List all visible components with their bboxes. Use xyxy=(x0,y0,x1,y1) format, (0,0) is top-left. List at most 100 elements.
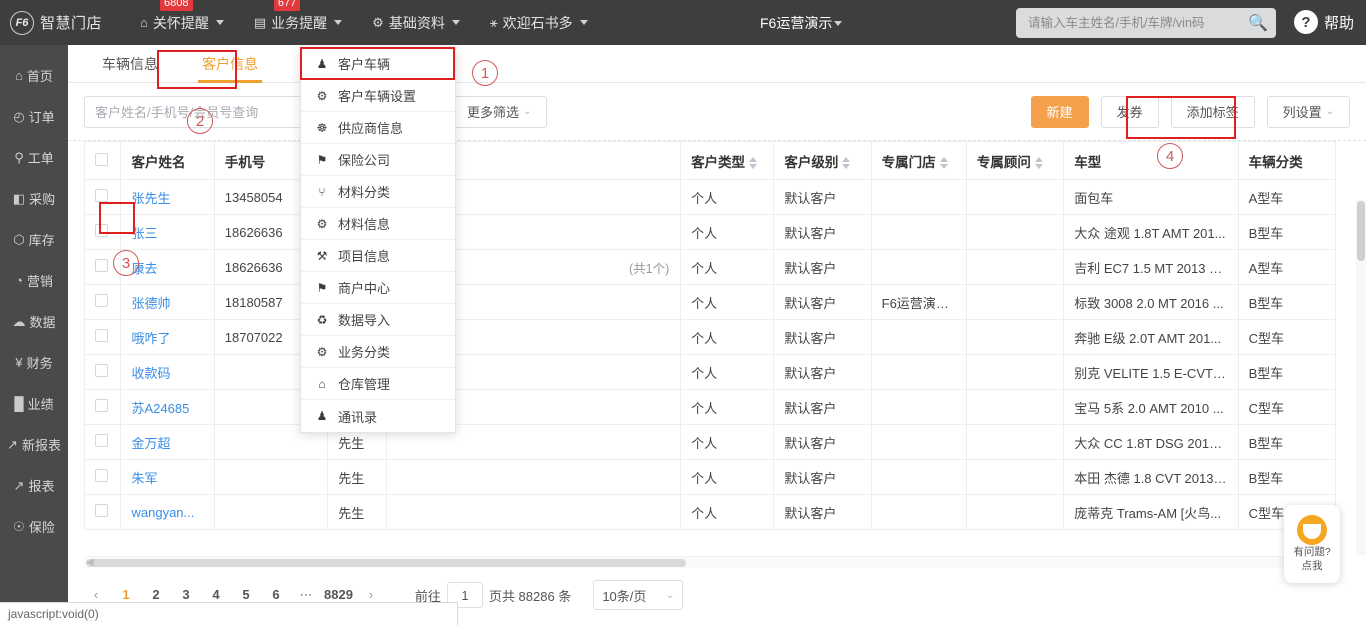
td-checkbox[interactable] xyxy=(83,214,122,250)
th-customer-level[interactable]: 客户级别 xyxy=(773,141,872,180)
row-checkbox[interactable] xyxy=(95,399,108,412)
scroll-thumb[interactable] xyxy=(86,559,686,567)
menu-item-business-category[interactable]: ⚙ 业务分类 xyxy=(301,336,455,368)
table-row[interactable]: 哦咋了 18707022 个人 默认客户 奔驰 E级 2.0T AMT 201.… xyxy=(83,319,1337,355)
menu-item-customer-vehicle-settings[interactable]: ⚙ 客户车辆设置 xyxy=(301,80,455,112)
td-customer-name[interactable]: 张三 xyxy=(120,214,215,250)
more-filter-button[interactable]: 更多筛选 ⌄ xyxy=(451,95,548,128)
topnav-item-business-reminder[interactable]: ▤ 业务提醒 677 xyxy=(252,0,344,37)
brand[interactable]: F6 智慧门店 xyxy=(10,10,102,35)
menu-item-material-category[interactable]: ⑂ 材料分类 xyxy=(301,176,455,208)
table-row[interactable]: 张德帅 18180587 个人 默认客户 F6运营演示... 标致 3008 2… xyxy=(83,284,1337,320)
table-row[interactable]: 张三 18626636 个人 默认客户 大众 途观 1.8T AMT 201..… xyxy=(83,214,1337,250)
td-checkbox[interactable] xyxy=(83,284,122,320)
row-checkbox[interactable] xyxy=(95,469,108,482)
table-row[interactable]: 张先生 13458054 个人 默认客户 面包车 A型车 xyxy=(83,179,1337,215)
sort-icon[interactable] xyxy=(842,156,851,169)
row-checkbox[interactable] xyxy=(95,294,108,307)
search-input[interactable] xyxy=(1028,16,1249,30)
row-checkbox[interactable] xyxy=(95,364,108,377)
sidebar-item-home[interactable]: ⌂ 首页 xyxy=(0,55,68,96)
td-checkbox[interactable] xyxy=(83,389,122,425)
table-row[interactable]: 收款码 个人 默认客户 别克 VELITE 1.5 E-CVT 2... B型车 xyxy=(83,354,1337,390)
select-all-checkbox[interactable] xyxy=(95,152,108,166)
row-checkbox[interactable] xyxy=(95,329,108,342)
td-checkbox[interactable] xyxy=(83,459,122,495)
td-customer-name[interactable]: 金万超 xyxy=(120,424,215,460)
menu-item-warehouse-management[interactable]: ⌂ 仓库管理 xyxy=(301,368,455,400)
tab-vehicle-info[interactable]: 车辆信息 xyxy=(80,45,180,83)
topnav-item-care-reminder[interactable]: ⌂ 关怀提醒 6808 xyxy=(138,0,226,37)
menu-item-customer-vehicle[interactable]: ♟ 客户车辆 xyxy=(301,48,455,80)
sidebar-item-purchase[interactable]: ◧ 采购 xyxy=(0,178,68,219)
td-checkbox[interactable] xyxy=(83,179,122,215)
menu-item-data-import[interactable]: ♻ 数据导入 xyxy=(301,304,455,336)
td-customer-name[interactable]: wangyan... xyxy=(120,494,215,530)
table-row[interactable]: 苏A24685 个人 默认客户 宝马 5系 2.0 AMT 2010 ... C… xyxy=(83,389,1337,425)
table-row[interactable]: 金万超 先生 个人 默认客户 大众 CC 1.8T DSG 2018 ... B… xyxy=(83,424,1337,460)
row-checkbox[interactable] xyxy=(95,224,108,237)
menu-item-insurance-company[interactable]: ⚑ 保险公司 xyxy=(301,144,455,176)
tab-customer-info[interactable]: 客户信息 xyxy=(180,45,280,83)
td-customer-name[interactable]: 康去 xyxy=(120,249,215,285)
scroll-thumb[interactable] xyxy=(1357,201,1365,261)
td-customer-name[interactable]: 收款码 xyxy=(120,354,215,390)
td-checkbox[interactable] xyxy=(83,354,122,390)
td-checkbox[interactable] xyxy=(83,494,122,530)
td-customer-name[interactable]: 哦咋了 xyxy=(120,319,215,355)
column-settings-button[interactable]: 列设置 ⌄ xyxy=(1266,95,1350,128)
sort-icon[interactable] xyxy=(749,156,758,169)
sidebar-item-data[interactable]: ☁ 数据 xyxy=(0,301,68,342)
td-checkbox[interactable] xyxy=(83,249,122,285)
td-checkbox[interactable] xyxy=(83,319,122,355)
row-checkbox[interactable] xyxy=(95,434,108,447)
new-button[interactable]: 新建 xyxy=(1030,95,1089,128)
sidebar-item-reports[interactable]: ↗ 报表 xyxy=(0,465,68,506)
sidebar-item-performance[interactable]: █ 业绩 xyxy=(0,383,68,424)
sidebar-item-insurance[interactable]: ☉ 保险 xyxy=(0,506,68,547)
sidebar-item-orders[interactable]: ◴ 订单 xyxy=(0,96,68,137)
th-customer-name[interactable]: 客户姓名 xyxy=(120,141,215,180)
sidebar-item-marketing[interactable]: ◔ 营销 xyxy=(0,260,68,301)
th-exclusive-advisor[interactable]: 专属顾问 xyxy=(966,141,1065,180)
row-checkbox[interactable] xyxy=(95,504,108,517)
issue-coupon-button[interactable]: 发券 xyxy=(1100,95,1159,128)
row-checkbox[interactable] xyxy=(95,259,108,272)
sidebar-item-workorders[interactable]: ⚲ 工单 xyxy=(0,137,68,178)
table-row[interactable]: wangyan... 先生 个人 默认客户 庞蒂克 Trams-AM [火鸟..… xyxy=(83,494,1337,530)
chat-support-widget[interactable]: 有问题? 点我 xyxy=(1284,505,1340,583)
sidebar-item-finance[interactable]: ¥ 财务 xyxy=(0,342,68,383)
sidebar-item-new-reports[interactable]: ↗ 新报表 xyxy=(0,424,68,465)
table-row[interactable]: 朱军 先生 个人 默认客户 本田 杰德 1.8 CVT 2013 ... B型车 xyxy=(83,459,1337,495)
sidebar-item-inventory[interactable]: ⬡ 库存 xyxy=(0,219,68,260)
page-size-select[interactable]: 10条/页 ⌄ xyxy=(593,580,684,610)
td-customer-name[interactable]: 张先生 xyxy=(120,179,215,215)
th-car-model[interactable]: 车型 xyxy=(1063,141,1239,180)
search-icon[interactable]: 🔍 xyxy=(1248,13,1268,33)
menu-item-supplier-info[interactable]: ☸ 供应商信息 xyxy=(301,112,455,144)
menu-item-contacts[interactable]: ♟ 通讯录 xyxy=(301,400,455,432)
sort-icon[interactable] xyxy=(939,156,948,169)
td-customer-name[interactable]: 张德帅 xyxy=(120,284,215,320)
add-tag-button[interactable]: 添加标签 xyxy=(1170,95,1255,128)
td-checkbox[interactable] xyxy=(83,424,122,460)
scroll-left-icon[interactable]: ◀ xyxy=(86,557,94,568)
table-vertical-scrollbar[interactable] xyxy=(1356,200,1366,555)
topnav-item-basic-data[interactable]: ⚙ 基础资料 xyxy=(370,9,462,37)
sort-icon[interactable] xyxy=(1034,156,1043,169)
th-car-category[interactable]: 车辆分类 xyxy=(1238,141,1337,180)
global-search[interactable]: 🔍 xyxy=(1016,8,1276,38)
help-button[interactable]: ? 帮助 xyxy=(1293,10,1354,34)
table-row[interactable]: 康去 18626636 个人 默认客户 吉利 EC7 1.5 MT 2013 E… xyxy=(83,249,1337,285)
menu-item-project-info[interactable]: ⚒ 项目信息 xyxy=(301,240,455,272)
store-selector[interactable]: F6运营演示 xyxy=(760,13,843,33)
td-customer-name[interactable]: 朱军 xyxy=(120,459,215,495)
row-checkbox[interactable] xyxy=(95,189,108,202)
table-horizontal-scrollbar[interactable]: ◀ xyxy=(84,556,1336,568)
menu-item-merchant-center[interactable]: ⚑ 商户中心 xyxy=(301,272,455,304)
th-customer-type[interactable]: 客户类型 xyxy=(680,141,775,180)
td-customer-name[interactable]: 苏A24685 xyxy=(120,389,215,425)
menu-item-material-info[interactable]: ⚙ 材料信息 xyxy=(301,208,455,240)
th-select-all[interactable] xyxy=(83,141,122,180)
topnav-item-user[interactable]: ⚹ 欢迎石书多 xyxy=(488,9,590,37)
